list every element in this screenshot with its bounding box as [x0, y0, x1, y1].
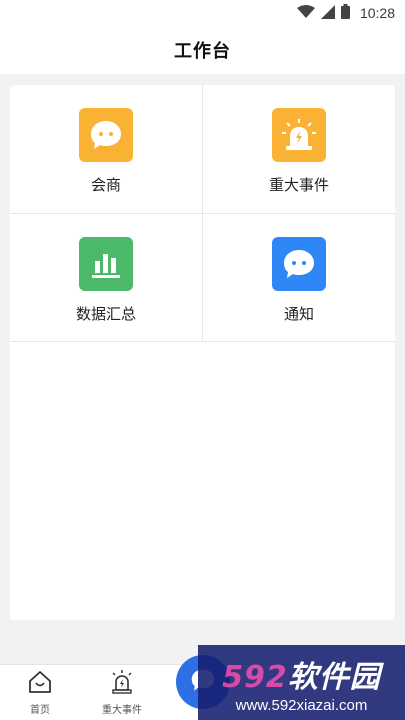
grid-item-label: 会商 — [90, 176, 121, 194]
status-time: 10:28 — [359, 5, 395, 21]
tab-label: 重大事件 — [102, 705, 142, 716]
status-bar: 10:28 — [0, 0, 405, 26]
grid-item-label: 通知 — [283, 305, 314, 323]
watermark-url: www.592xiazai.com — [235, 696, 368, 714]
grid-item-notifications[interactable]: 通知 — [203, 214, 395, 342]
grid-item-data-summary[interactable]: 数据汇总 — [10, 214, 202, 342]
workbench-card: 会商 重大事件 数据汇总 通知 — [10, 85, 395, 620]
header: 工作台 — [0, 26, 405, 74]
alarm-siren-icon — [272, 108, 326, 162]
grid-item-major-events[interactable]: 重大事件 — [203, 85, 395, 213]
function-grid: 会商 重大事件 数据汇总 通知 — [10, 85, 395, 342]
grid-item-consultation[interactable]: 会商 — [10, 85, 202, 213]
tab-label: 首页 — [30, 705, 50, 716]
home-icon — [27, 669, 53, 699]
grid-item-label: 数据汇总 — [75, 305, 136, 323]
battery-icon — [340, 3, 350, 23]
page-title: 工作台 — [174, 41, 231, 62]
wifi-icon — [296, 4, 315, 23]
chat-icon — [79, 108, 133, 162]
watermark-brand-text: 软件园 — [287, 659, 381, 695]
tab-home[interactable]: 首页 — [0, 669, 80, 719]
chat-icon — [272, 237, 326, 291]
signal-icon — [320, 4, 335, 23]
alarm-siren-icon — [109, 669, 135, 699]
watermark-brand-number: 592 — [222, 659, 288, 695]
bar-chart-icon — [79, 237, 133, 291]
watermark: 592软件园 www.592xiazai.com — [198, 645, 405, 720]
watermark-brand: 592软件园 — [222, 652, 381, 696]
tab-major-events[interactable]: 重大事件 — [82, 669, 162, 719]
grid-item-label: 重大事件 — [268, 176, 329, 194]
